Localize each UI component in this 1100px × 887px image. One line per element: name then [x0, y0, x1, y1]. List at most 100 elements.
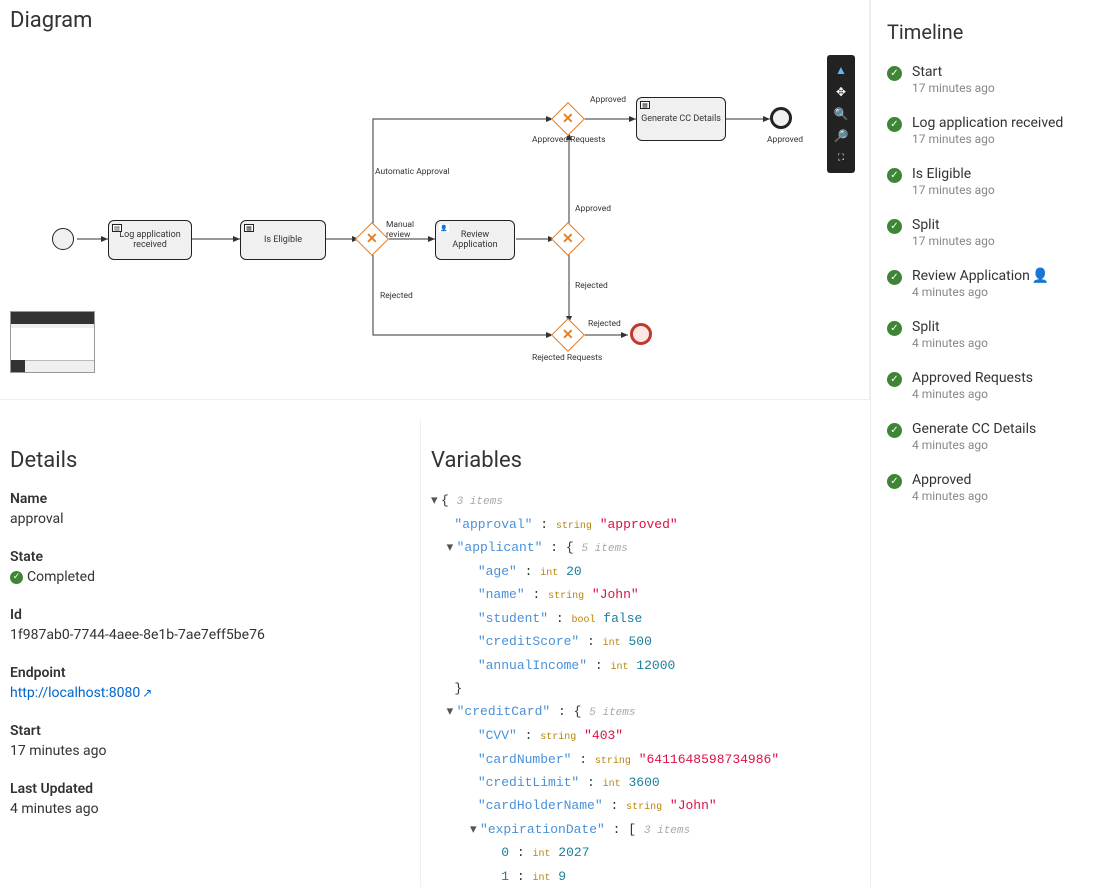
edge-label-auto-approval: Automatic Approval [375, 167, 450, 177]
label-name: Name [10, 491, 410, 507]
bpmn-task-log-app[interactable]: ▤ Log application received [108, 220, 192, 260]
timeline-item[interactable]: ✓ Log application received17 minutes ago [887, 115, 1084, 146]
timeline-time: 17 minutes ago [912, 234, 1084, 248]
timeline-label: Review Application👤 [912, 268, 1084, 284]
task-icon: ▤ [112, 224, 122, 232]
bpmn-gateway-review-out[interactable]: ✕ [556, 227, 580, 251]
timeline-label: Approved [912, 472, 1084, 488]
caret-down-icon[interactable]: ▾ [447, 536, 457, 559]
timeline-time: 4 minutes ago [912, 489, 1084, 503]
diagram-toolbar: ▲ ✥ 🔍 🔎 ⛶ [827, 55, 855, 173]
details-title: Details [10, 440, 410, 479]
pointer-tool-icon[interactable]: ▲ [831, 60, 851, 80]
timeline-title: Timeline [887, 12, 1084, 50]
external-link-icon[interactable]: ↗ [142, 686, 152, 700]
timeline-label: Split [912, 217, 1084, 233]
timeline-item[interactable]: ✓ Approved4 minutes ago [887, 472, 1084, 503]
gw-label-rejected-req: Rejected Requests [532, 353, 602, 363]
check-icon: ✓ [887, 117, 902, 132]
bpmn-task-is-eligible[interactable]: ▦ Is Eligible [240, 220, 326, 260]
timeline-label: Is Eligible [912, 166, 1084, 182]
edge-label-rejected-bottom: Rejected [588, 319, 621, 329]
bpmn-end-approved[interactable] [770, 107, 792, 129]
check-icon: ✓ [887, 66, 902, 81]
value-start: 17 minutes ago [10, 743, 410, 759]
diagram-canvas[interactable]: ▤ Log application received ▦ Is Eligible… [0, 39, 869, 398]
task-icon: ▦ [640, 101, 650, 109]
timeline-item[interactable]: ✓ Start17 minutes ago [887, 64, 1084, 95]
task-label: Is Eligible [264, 235, 302, 245]
timeline-item[interactable]: ✓ Review Application👤4 minutes ago [887, 268, 1084, 299]
check-icon: ✓ [887, 219, 902, 234]
details-panel: Details Name approval State ✓ Completed I… [0, 420, 420, 887]
user-icon: 👤 [439, 224, 449, 232]
timeline-item[interactable]: ✓ Is Eligible17 minutes ago [887, 166, 1084, 197]
bpmn-end-rejected[interactable] [630, 323, 652, 345]
bpmn-gateway-split[interactable]: ✕ [360, 227, 384, 251]
bpmn-gateway-approved-join[interactable]: ✕ [556, 107, 580, 131]
bottom-panel: Details Name approval State ✓ Completed I… [0, 400, 870, 887]
timeline-time: 17 minutes ago [912, 183, 1084, 197]
caret-down-icon[interactable]: ▾ [470, 818, 480, 841]
edge-label-rejected: Rejected [380, 291, 413, 301]
check-icon: ✓ [887, 423, 902, 438]
diagram-panel: Diagram ▲ ✥ 🔍 🔎 ⛶ [0, 0, 870, 400]
task-label: Generate CC Details [641, 114, 721, 124]
value-state: ✓ Completed [10, 569, 410, 585]
value-name: approval [10, 511, 410, 527]
timeline-item[interactable]: ✓Generate CC Details4 minutes ago [887, 421, 1084, 452]
timeline-time: 17 minutes ago [912, 132, 1084, 146]
timeline-item[interactable]: ✓ Approved Requests4 minutes ago [887, 370, 1084, 401]
caret-down-icon[interactable]: ▾ [447, 700, 457, 723]
check-icon: ✓ [887, 168, 902, 183]
variables-tree[interactable]: ▾{ 3 items "approval" : string "approved… [431, 489, 860, 887]
variables-title: Variables [431, 440, 860, 479]
timeline-list: ✓Start17 minutes ago✓Log application rec… [887, 64, 1084, 503]
label-state: State [10, 549, 410, 565]
fit-screen-icon[interactable]: ⛶ [831, 148, 851, 168]
state-text: Completed [27, 569, 95, 585]
caret-down-icon[interactable]: ▾ [431, 489, 441, 512]
timeline-item[interactable]: ✓Split4 minutes ago [887, 319, 1084, 350]
timeline-label: Generate CC Details [912, 421, 1084, 437]
label-last-updated: Last Updated [10, 781, 410, 797]
check-icon: ✓ [887, 474, 902, 489]
task-label: Review Application [438, 230, 512, 250]
move-tool-icon[interactable]: ✥ [831, 82, 851, 102]
end-label-approved: Approved [767, 135, 803, 145]
timeline-label: Approved Requests [912, 370, 1084, 386]
timeline-label: Log application received [912, 115, 1084, 131]
check-icon: ✓ [887, 270, 902, 285]
label-id: Id [10, 607, 410, 623]
timeline-time: 4 minutes ago [912, 387, 1084, 401]
label-endpoint: Endpoint [10, 665, 410, 681]
edge-label-approved: Approved [575, 204, 611, 214]
value-id: 1f987ab0-7744-4aee-8e1b-7ae7eff5be76 [10, 627, 410, 643]
user-icon: 👤 [1032, 268, 1049, 284]
value-last-updated: 4 minutes ago [10, 801, 410, 817]
timeline-time: 17 minutes ago [912, 81, 1084, 95]
timeline-label: Split [912, 319, 1084, 335]
diagram-minimap[interactable] [10, 311, 95, 373]
label-start: Start [10, 723, 410, 739]
gw-label-approved-req: Approved Requests [532, 135, 605, 145]
bpmn-start-event[interactable] [52, 228, 74, 250]
bpmn-task-review-app[interactable]: 👤 Review Application [435, 220, 515, 260]
zoom-in-icon[interactable]: 🔍 [831, 104, 851, 124]
diagram-title: Diagram [0, 0, 869, 39]
timeline-time: 4 minutes ago [912, 336, 1084, 350]
timeline-panel: Timeline ✓Start17 minutes ago✓Log applic… [870, 0, 1100, 887]
task-label: Log application received [111, 230, 189, 250]
check-icon: ✓ [10, 571, 23, 584]
check-icon: ✓ [887, 372, 902, 387]
zoom-out-icon[interactable]: 🔎 [831, 126, 851, 146]
timeline-label: Start [912, 64, 1084, 80]
bpmn-gateway-rejected-join[interactable]: ✕ [556, 323, 580, 347]
endpoint-link[interactable]: http://localhost:8080 [10, 685, 140, 701]
bpmn-task-gen-cc[interactable]: ▦ Generate CC Details [636, 97, 726, 141]
edge-label-manual: Manual review [386, 220, 424, 240]
edge-label-approved-top: Approved [590, 95, 626, 105]
timeline-item[interactable]: ✓ Split17 minutes ago [887, 217, 1084, 248]
timeline-time: 4 minutes ago [912, 285, 1084, 299]
value-endpoint: http://localhost:8080↗ [10, 685, 410, 701]
